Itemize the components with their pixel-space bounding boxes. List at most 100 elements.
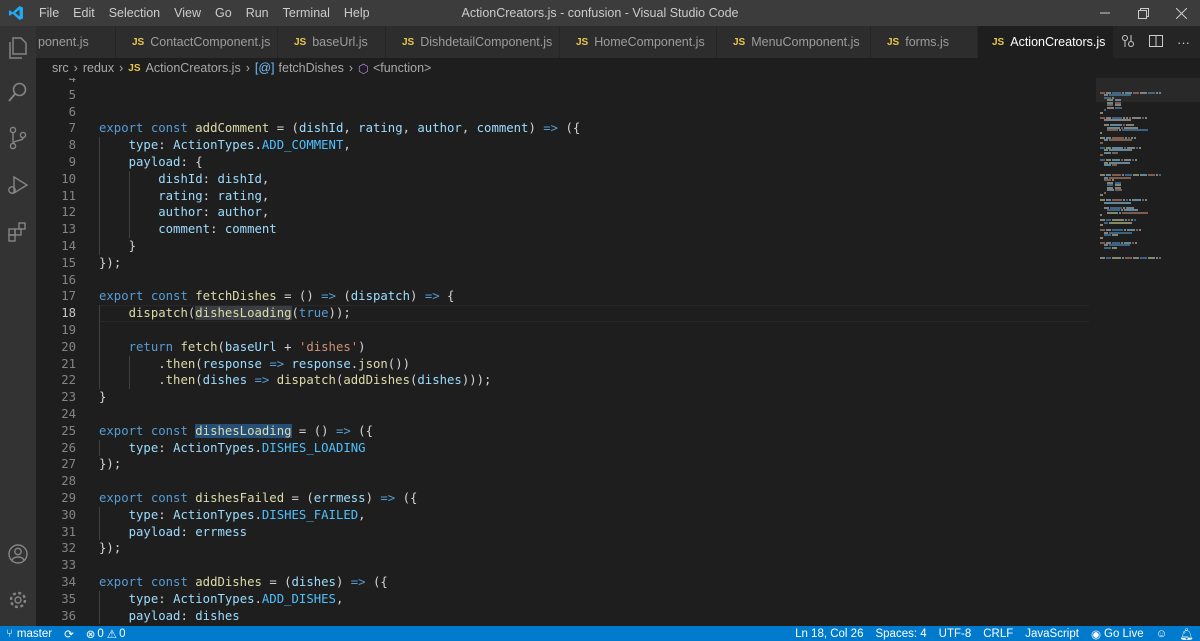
tab-forms[interactable]: JS forms.js [871,26,978,58]
breadcrumb-function[interactable]: <function> [373,61,431,75]
menu-terminal[interactable]: Terminal [276,0,337,26]
menu-edit[interactable]: Edit [66,0,102,26]
minimap-token [1135,159,1138,161]
close-tab-icon[interactable]: ✕ [1111,34,1113,51]
feedback-icon[interactable]: ☺ [1150,628,1174,640]
tab-home-component[interactable]: JS HomeComponent.js [560,26,717,58]
breadcrumb-file[interactable]: ActionCreators.js [146,61,241,75]
notifications-icon[interactable]: 🔔︎ [1173,627,1200,641]
code-line[interactable]: 24 [36,406,1096,423]
open-changes-icon[interactable] [1121,34,1135,51]
code-line[interactable]: 29 export const dishesFailed = (errmess) … [36,490,1096,507]
code-editor[interactable]: 4 5 6 7 export const addComment = (dishId, r… [36,78,1096,626]
minimize-icon[interactable] [1086,0,1124,26]
restore-icon[interactable] [1124,0,1162,26]
tab-dishdetail-component[interactable]: JS DishdetailComponent.js [386,26,560,58]
code-line[interactable]: 19 [36,322,1096,339]
code-text: }); [99,457,122,472]
menu-selection[interactable]: Selection [102,0,167,26]
cursor-position[interactable]: Ln 18, Col 26 [789,628,869,640]
minimap-token [1122,129,1149,131]
language-mode[interactable]: JavaScript [1019,628,1085,640]
code-line[interactable]: 17 export const fetchDishes = () => (disp… [36,288,1096,305]
tab-baseurl[interactable]: JS baseUrl.js [278,26,386,58]
code-line[interactable]: 33 [36,557,1096,574]
code-line[interactable]: 8 type: ActionTypes.ADD_COMMENT, [36,137,1096,154]
code-line[interactable]: 25 export const dishesLoading = () => ({ [36,423,1096,440]
run-debug-icon[interactable] [0,165,36,205]
code-text: export const addComment = (dishId, ratin… [99,121,581,136]
tab-label: baseUrl.js [312,35,368,49]
minimap-slider[interactable] [1096,78,1200,102]
problems-indicator[interactable]: ⊗ 0 ⚠ 0 [80,627,132,641]
tab-label: ponent.js [38,35,89,49]
source-control-icon[interactable] [0,118,36,158]
code-line[interactable]: 18 dispatch(dishesLoading(true)); [36,305,1096,323]
code-line[interactable]: 32}); [36,540,1096,557]
code-line[interactable]: 16 [36,272,1096,289]
code-line[interactable]: 34 export const addDishes = (dishes) => (… [36,574,1096,591]
code-line[interactable]: 35 type: ActionTypes.ADD_DISHES, [36,591,1096,608]
js-file-icon: JS [887,36,900,48]
extensions-icon[interactable] [0,212,36,252]
code-line[interactable]: 5 [36,87,1096,104]
minimap-token [1106,256,1111,259]
indentation[interactable]: Spaces: 4 [869,628,932,640]
code-line[interactable]: 30 type: ActionTypes.DISHES_FAILED, [36,507,1096,524]
js-file-icon: JS [294,36,307,48]
minimap[interactable] [1096,78,1200,626]
code-line[interactable]: 21 .then(response => response.json()) [36,356,1096,373]
code-line[interactable]: 7 export const addComment = (dishId, rati… [36,120,1096,137]
code-line[interactable]: 26 type: ActionTypes.DISHES_LOADING [36,440,1096,457]
menu-view[interactable]: View [167,0,208,26]
warning-icon: ⚠ [106,628,118,641]
code-line[interactable]: 22 .then(dishes => dispatch(addDishes(di… [36,372,1096,389]
breadcrumb-src[interactable]: src [52,61,69,75]
search-icon[interactable] [0,72,36,112]
tab-action-creators[interactable]: JS ActionCreators.js ✕ [978,26,1114,58]
go-live-button[interactable]: ◉ Go Live [1085,627,1150,641]
code-text: } [99,390,107,405]
code-line[interactable]: 11 rating: rating, [36,188,1096,205]
code-line[interactable]: 28 [36,473,1096,490]
tab-contact-component[interactable]: JS ContactComponent.js [116,26,278,58]
code-line[interactable]: 13 comment: comment [36,221,1096,238]
split-editor-icon[interactable] [1149,34,1163,51]
code-line[interactable]: 9 payload: { [36,154,1096,171]
close-window-icon[interactable] [1162,0,1200,26]
code-line[interactable]: 12 author: author, [36,204,1096,221]
code-line[interactable]: 31 payload: errmess [36,524,1096,541]
code-line[interactable]: 14 } [36,238,1096,255]
code-text: rating: rating, [158,188,270,203]
line-number: 9 [68,155,76,169]
code-line[interactable]: 6 [36,104,1096,121]
code-line[interactable]: 36 payload: dishes [36,608,1096,625]
explorer-icon[interactable] [0,28,36,68]
code-line[interactable]: 15}); [36,255,1096,272]
menu-run[interactable]: Run [239,0,276,26]
minimap-token [1140,256,1147,259]
menu-file[interactable]: File [32,0,66,26]
code-line[interactable]: 10 dishId: dishId, [36,171,1096,188]
menu-go[interactable]: Go [208,0,239,26]
accounts-icon[interactable] [0,534,36,574]
tab-component-partial[interactable]: ponent.js [36,26,116,58]
line-number: 33 [61,558,76,573]
menu-help[interactable]: Help [337,0,377,26]
encoding[interactable]: UTF-8 [933,628,978,640]
settings-gear-icon[interactable] [0,580,36,620]
end-of-line[interactable]: CRLF [977,628,1019,640]
code-line[interactable]: 4 [36,78,1096,87]
window-controls [1086,0,1200,26]
minimap-token [1103,109,1106,111]
tab-menu-component[interactable]: JS MenuComponent.js [717,26,871,58]
code-line[interactable]: 27}); [36,456,1096,473]
code-line[interactable]: 23} [36,389,1096,406]
more-actions-icon[interactable]: ··· [1177,35,1190,50]
branch-indicator[interactable]: ⑂ master [0,628,58,640]
code-line[interactable]: 20 return fetch(baseUrl + 'dishes') [36,339,1096,356]
sync-icon[interactable]: ⟳ [58,627,80,641]
minimap-token [1132,159,1135,161]
breadcrumb-symbol[interactable]: fetchDishes [279,61,344,75]
breadcrumb-redux[interactable]: redux [83,61,114,75]
